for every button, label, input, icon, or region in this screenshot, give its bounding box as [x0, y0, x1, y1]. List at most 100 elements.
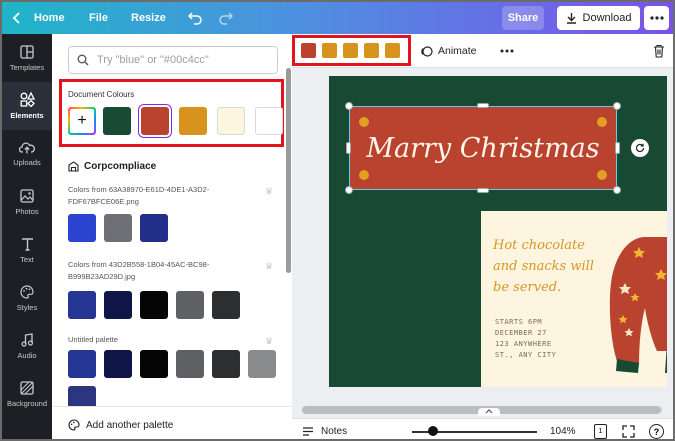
card-info-line: ST., ANY CITY — [495, 351, 557, 359]
more-dots-icon — [500, 49, 514, 53]
animate-button[interactable]: Animate — [420, 34, 477, 68]
home-button[interactable]: Home — [12, 2, 65, 34]
palette-swatch[interactable] — [248, 350, 276, 378]
rail-label: Uploads — [13, 158, 41, 167]
styles-icon — [20, 284, 34, 299]
zoom-level[interactable]: 104% — [550, 419, 576, 439]
palette-swatch[interactable] — [104, 214, 132, 242]
palette-label: Colors from 63A38970-E61D-4DE1-A3D2-FDF6… — [68, 185, 210, 206]
notes-button[interactable]: Notes — [302, 419, 347, 439]
invitation-card[interactable]: Hot chocolate and snacks will be served.… — [481, 211, 667, 387]
document-colour-swatch[interactable] — [217, 107, 245, 135]
add-color-button[interactable]: + — [68, 107, 96, 135]
help-button[interactable]: ? — [649, 424, 664, 439]
side-nav-rail: Templates Elements Uploads Photos Text S… — [2, 34, 52, 439]
rail-item-audio[interactable]: Audio — [2, 322, 52, 370]
palette-swatch[interactable] — [68, 214, 96, 242]
rail-label: Elements — [10, 111, 44, 120]
palette-swatch[interactable] — [104, 350, 132, 378]
palette-swatch[interactable] — [212, 350, 240, 378]
palette-label: Colors from 43D2B558-1B04-45AC-BC98-B999… — [68, 260, 210, 281]
resize-handle[interactable] — [613, 186, 621, 194]
zoom-slider-thumb[interactable] — [428, 426, 438, 436]
undo-button[interactable] — [187, 2, 203, 34]
document-colour-swatch[interactable] — [141, 107, 169, 135]
palette-swatch[interactable] — [176, 291, 204, 319]
panel-scrollbar[interactable] — [286, 68, 291, 273]
resize-handle[interactable] — [613, 102, 621, 110]
document-colour-swatch[interactable] — [103, 107, 131, 135]
palette-swatch[interactable] — [140, 350, 168, 378]
rotate-icon — [635, 143, 645, 153]
rotate-handle[interactable] — [631, 139, 649, 157]
text-icon — [21, 237, 33, 251]
toolbar-more-button[interactable] — [500, 34, 514, 68]
palette-swatch[interactable] — [140, 214, 168, 242]
editor-toolbar: Animate — [292, 34, 673, 68]
color-search-box[interactable] — [68, 46, 278, 74]
document-colour-swatch[interactable] — [255, 107, 283, 135]
show-pages-button[interactable] — [478, 408, 500, 416]
photos-icon — [20, 188, 34, 203]
resize-handle[interactable] — [477, 188, 489, 193]
page-count-button[interactable]: 1 — [594, 424, 607, 439]
card-script-text[interactable]: Hot chocolate and snacks will be served. — [493, 235, 598, 298]
page-number: 1 — [598, 428, 603, 435]
fullscreen-button[interactable] — [622, 425, 635, 439]
rail-label: Text — [20, 254, 34, 264]
rail-item-uploads[interactable]: Uploads — [2, 130, 52, 178]
toolbar-color-swatch[interactable] — [385, 43, 400, 58]
redo-icon — [219, 12, 234, 25]
palette-swatch[interactable] — [68, 350, 96, 378]
sweater-illustration — [609, 237, 667, 373]
rail-item-photos[interactable]: Photos — [2, 178, 52, 226]
rail-label: Background — [6, 398, 48, 408]
document-colours-label: Document Colours — [68, 90, 135, 99]
rail-label: Styles — [16, 302, 38, 312]
palette-swatch[interactable] — [140, 291, 168, 319]
toolbar-color-swatch[interactable] — [301, 43, 316, 58]
palette-swatch[interactable] — [212, 291, 240, 319]
undo-icon — [187, 12, 202, 25]
crown-icon: ♛ — [265, 261, 274, 271]
rail-label: Photos — [15, 206, 39, 216]
add-palette-button[interactable]: Add another palette — [52, 406, 292, 439]
resize-handle[interactable] — [345, 186, 353, 194]
palette-swatch[interactable] — [68, 291, 96, 319]
uploads-icon — [19, 142, 35, 154]
chevron-left-icon — [12, 12, 20, 24]
download-label: Download — [582, 12, 632, 24]
resize-handle[interactable] — [346, 142, 351, 154]
delete-button[interactable] — [653, 44, 665, 63]
more-dots-icon — [649, 16, 664, 20]
elements-color-panel: Document Colours + Corpcompliace Colors … — [52, 34, 292, 439]
document-colour-swatch[interactable] — [179, 107, 207, 135]
canva-editor-window: Home File Resize Share Download Template… — [0, 0, 675, 441]
share-button[interactable]: Share — [502, 6, 544, 30]
resize-handle[interactable] — [345, 102, 353, 110]
card-info-text[interactable]: STARTS 6PM DECEMBER 27 123 ANYWHERE ST.,… — [495, 317, 556, 361]
toolbar-color-swatch[interactable] — [343, 43, 358, 58]
rail-item-templates[interactable]: Templates — [2, 34, 52, 82]
toolbar-color-swatch[interactable] — [322, 43, 337, 58]
resize-handle[interactable] — [615, 142, 620, 154]
palette-swatch[interactable] — [104, 291, 132, 319]
redo-button[interactable] — [218, 2, 234, 34]
file-menu[interactable]: File — [89, 2, 108, 34]
brand-kit-icon — [68, 161, 79, 172]
rail-item-text[interactable]: Text — [2, 226, 52, 274]
toolbar-color-swatch[interactable] — [364, 43, 379, 58]
search-icon — [77, 54, 89, 66]
rail-item-elements[interactable]: Elements — [2, 82, 52, 130]
resize-handle[interactable] — [477, 103, 489, 108]
rail-item-styles[interactable]: Styles — [2, 274, 52, 322]
palette-icon — [68, 419, 80, 431]
download-button[interactable]: Download — [557, 6, 640, 30]
palette-swatch[interactable] — [176, 350, 204, 378]
design-canvas[interactable]: Marry Christmas Hot chocolate and snacks… — [329, 76, 667, 387]
audio-icon — [21, 332, 33, 347]
color-search-input[interactable] — [97, 54, 267, 66]
rail-item-background[interactable]: Background — [2, 370, 52, 418]
more-options-button[interactable] — [644, 6, 669, 30]
resize-button[interactable]: Resize — [131, 2, 166, 34]
